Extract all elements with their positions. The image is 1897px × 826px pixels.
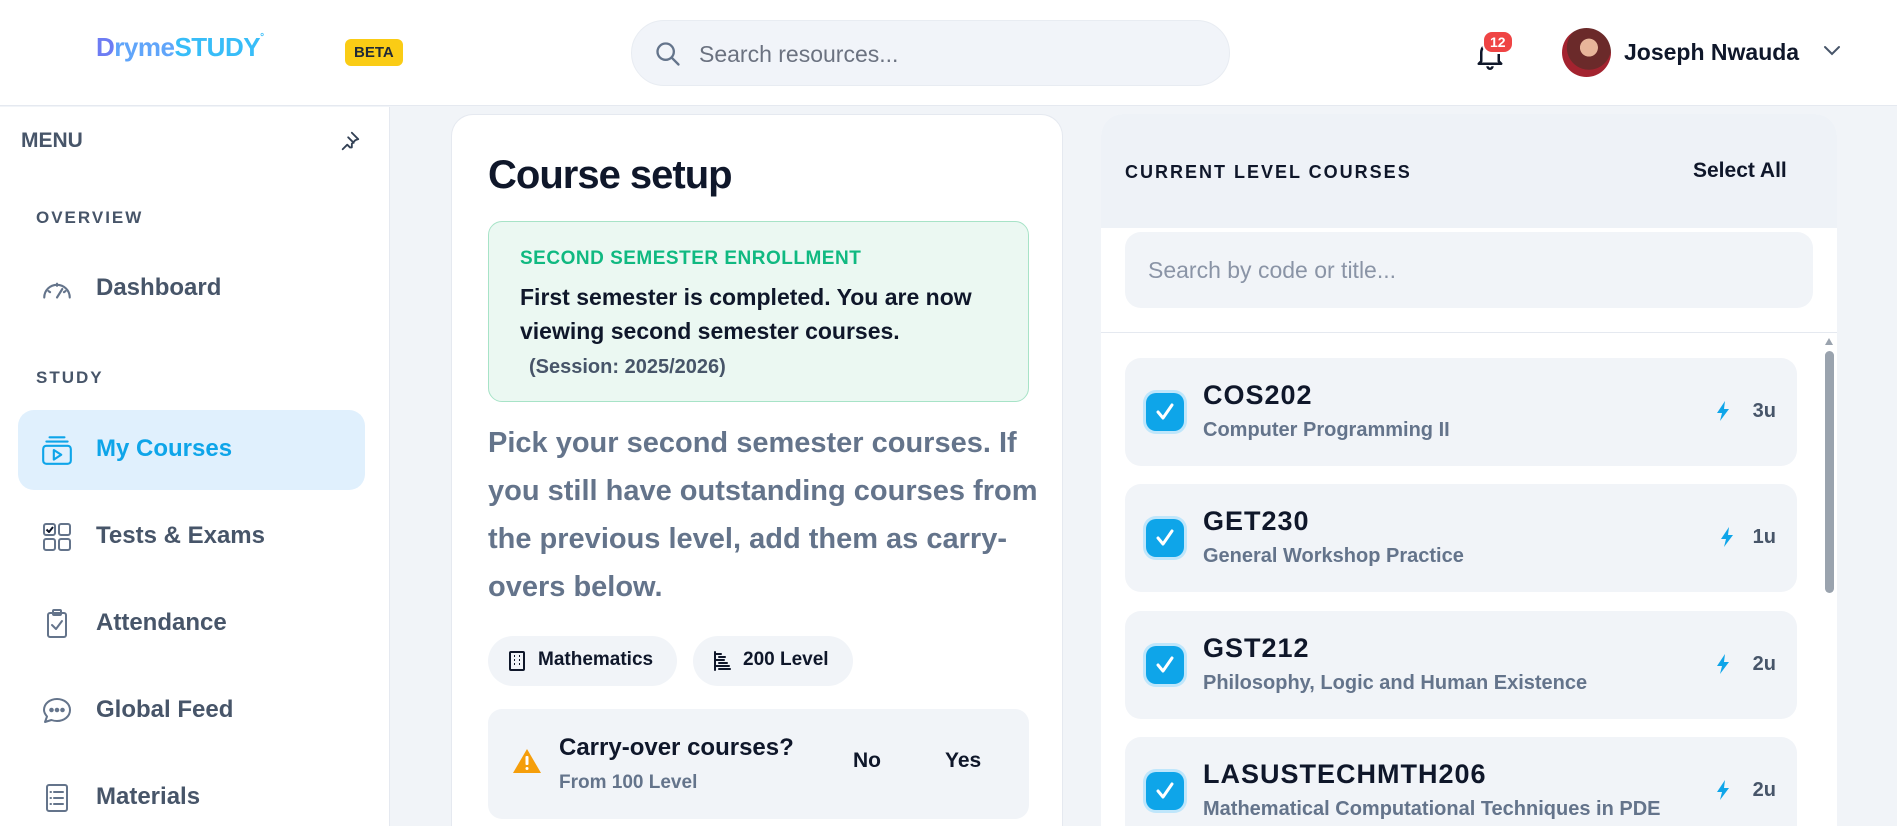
- avatar[interactable]: [1562, 28, 1611, 77]
- current-level-courses-panel: CURRENT LEVEL COURSES Select All Search …: [1101, 114, 1837, 826]
- bolt-icon: [1717, 780, 1729, 800]
- sidebar-item-label: Materials: [96, 783, 201, 810]
- course-checkbox[interactable]: [1146, 393, 1184, 431]
- check-icon: [1156, 403, 1174, 420]
- sidebar: MENU OVERVIEW Dashboard STUDY My Courses…: [0, 107, 390, 826]
- gauge-icon: [43, 282, 71, 299]
- page-title: Course setup: [488, 153, 733, 197]
- course-checkbox[interactable]: [1146, 519, 1184, 557]
- beta-badge: BETA: [345, 39, 403, 66]
- list-document-icon: [46, 784, 68, 812]
- course-title: Philosophy, Logic and Human Existence: [1203, 672, 1588, 694]
- course-item-cos202[interactable]: COS202 Computer Programming II 3u: [1125, 358, 1797, 466]
- instructions-text: Pick your second semester courses. If yo…: [488, 427, 1038, 603]
- courses-panel-title: CURRENT LEVEL COURSES: [1125, 162, 1412, 182]
- sidebar-item-label: Tests & Exams: [96, 522, 265, 549]
- video-layers-icon: [42, 436, 72, 465]
- carryover-no-button[interactable]: No: [853, 749, 881, 773]
- logo-text-study: STUDY: [174, 32, 261, 62]
- bolt-icon: [1717, 654, 1729, 674]
- sidebar-item-attendance[interactable]: Attendance: [18, 584, 365, 664]
- enrollment-notice-text: First semester is completed. You are now…: [520, 284, 972, 344]
- app-logo[interactable]: DrymeSTUDY°: [96, 32, 264, 63]
- logo-mark: °: [260, 32, 264, 43]
- level-label: 200 Level: [743, 649, 829, 670]
- course-units: 3u: [1752, 400, 1776, 422]
- check-icon: [1156, 529, 1174, 546]
- select-all-button[interactable]: Select All: [1693, 159, 1787, 183]
- course-title: General Workshop Practice: [1203, 545, 1464, 567]
- course-units: 2u: [1752, 779, 1776, 801]
- sidebar-item-my-courses[interactable]: My Courses: [18, 410, 365, 490]
- course-list-scrollbar[interactable]: [1823, 338, 1835, 826]
- course-search-field[interactable]: Search by code or title...: [1125, 232, 1813, 308]
- building-icon: [509, 651, 525, 671]
- warning-icon: [513, 749, 541, 773]
- enrollment-notice: SECOND SEMESTER ENROLLMENT First semeste…: [488, 221, 1029, 402]
- scroll-up-arrow-icon[interactable]: [1825, 338, 1833, 345]
- course-setup-panel: Course setup SECOND SEMESTER ENROLLMENT …: [451, 114, 1063, 826]
- search-input[interactable]: Search resources...: [699, 41, 898, 68]
- logo-text-ryme: ryme: [114, 32, 175, 62]
- course-code: GET230: [1203, 506, 1310, 536]
- notification-count-badge: 12: [1482, 30, 1514, 54]
- level-chip: 200 Level: [693, 636, 853, 686]
- course-units: 1u: [1752, 526, 1776, 548]
- course-item-get230[interactable]: GET230 General Workshop Practice 1u: [1125, 484, 1797, 592]
- course-item-gst212[interactable]: GST212 Philosophy, Logic and Human Exist…: [1125, 611, 1797, 719]
- enrollment-notice-title: SECOND SEMESTER ENROLLMENT: [520, 248, 862, 269]
- check-icon: [1156, 782, 1174, 799]
- course-code: LASUSTECHMTH206: [1203, 759, 1487, 789]
- top-header: DrymeSTUDY° BETA Search resources... 12 …: [0, 0, 1897, 106]
- clipboard-check-icon: [47, 609, 67, 638]
- sidebar-item-label: Global Feed: [96, 696, 234, 723]
- course-code: COS202: [1203, 380, 1313, 410]
- menu-title: MENU: [21, 129, 83, 152]
- sidebar-item-label: My Courses: [96, 435, 233, 462]
- bolt-icon: [1721, 527, 1733, 547]
- user-name[interactable]: Joseph Nwauda: [1624, 39, 1799, 66]
- bolt-icon: [1717, 401, 1729, 421]
- sidebar-item-label: Dashboard: [96, 274, 222, 301]
- course-units: 2u: [1752, 653, 1776, 675]
- grid-check-icon: [43, 523, 71, 551]
- sidebar-item-label: Attendance: [96, 609, 227, 636]
- chat-bubble-icon: [43, 698, 71, 723]
- divider: [1101, 332, 1837, 333]
- sidebar-item-dashboard[interactable]: Dashboard: [18, 249, 365, 329]
- course-checkbox[interactable]: [1146, 646, 1184, 684]
- course-code: GST212: [1203, 633, 1310, 663]
- hierarchy-icon: [714, 651, 731, 671]
- section-overview: OVERVIEW: [36, 208, 144, 227]
- chevron-down-icon[interactable]: [1822, 44, 1842, 58]
- pin-icon[interactable]: [339, 129, 361, 153]
- course-checkbox[interactable]: [1146, 772, 1184, 810]
- course-item-lasustechmth206[interactable]: LASUSTECHMTH206 Mathematical Computation…: [1125, 737, 1797, 826]
- global-search-bar[interactable]: Search resources...: [631, 20, 1230, 86]
- sidebar-item-global-feed[interactable]: Global Feed: [18, 671, 365, 751]
- section-study: STUDY: [36, 368, 104, 387]
- courses-panel-header: CURRENT LEVEL COURSES Select All: [1101, 114, 1837, 228]
- search-icon: [656, 42, 680, 66]
- course-search-input[interactable]: Search by code or title...: [1148, 257, 1396, 284]
- sidebar-item-tests-exams[interactable]: Tests & Exams: [18, 497, 365, 577]
- carryover-title: Carry-over courses?: [559, 734, 794, 761]
- carryover-subtitle: From 100 Level: [559, 772, 698, 793]
- session-label: (Session: 2025/2026): [529, 356, 726, 378]
- course-title: Computer Programming II: [1203, 419, 1450, 441]
- sidebar-item-materials[interactable]: Materials: [18, 758, 365, 826]
- carryover-yes-button[interactable]: Yes: [945, 749, 981, 773]
- scrollbar-thumb[interactable]: [1825, 351, 1834, 593]
- department-label: Mathematics: [538, 649, 654, 670]
- check-icon: [1156, 656, 1174, 673]
- logo-letter: D: [96, 32, 115, 62]
- carryover-question-card: Carry-over courses? From 100 Level No Ye…: [488, 709, 1029, 819]
- department-chip: Mathematics: [488, 636, 677, 686]
- course-title: Mathematical Computational Techniques in…: [1203, 798, 1661, 820]
